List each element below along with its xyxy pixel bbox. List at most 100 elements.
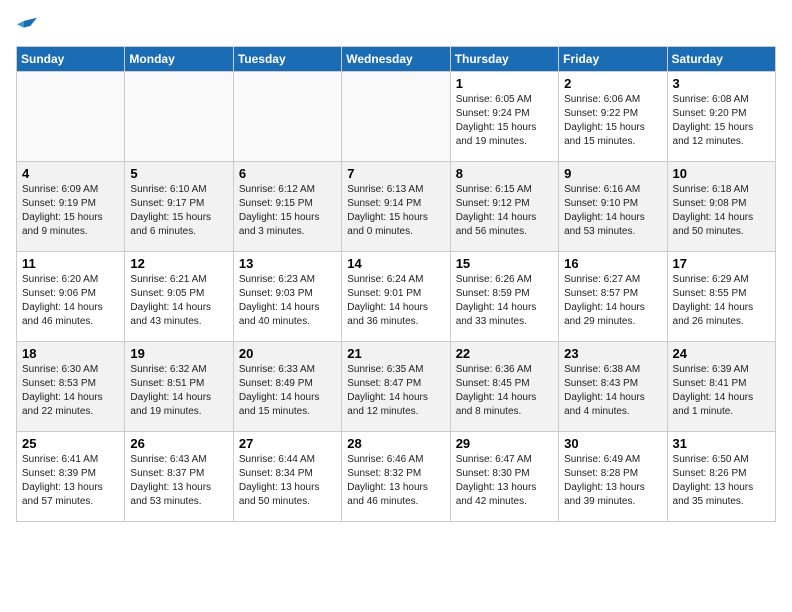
cell-date: 24 bbox=[673, 346, 770, 361]
cell-info: Sunrise: 6:30 AMSunset: 8:53 PMDaylight:… bbox=[22, 363, 119, 419]
cell-date: 5 bbox=[130, 166, 227, 181]
cell-date: 27 bbox=[239, 436, 336, 451]
calendar-cell: 17 Sunrise: 6:29 AMSunset: 8:55 PMDayligh… bbox=[667, 252, 775, 342]
cell-date: 23 bbox=[564, 346, 661, 361]
calendar-cell: 29Sunrise: 6:47 AMSunset: 8:30 PMDayligh… bbox=[450, 432, 558, 522]
cell-info: Sunrise: 6:06 AMSunset: 9:22 PMDaylight:… bbox=[564, 93, 661, 149]
cell-date: 25 bbox=[22, 436, 119, 451]
cell-date: 13 bbox=[239, 256, 336, 271]
calendar-cell: 30Sunrise: 6:49 AMSunset: 8:28 PMDayligh… bbox=[559, 432, 667, 522]
calendar-cell: 12 Sunrise: 6:21 AMSunset: 9:05 PMDayligh… bbox=[125, 252, 233, 342]
cell-info: Sunrise: 6:08 AMSunset: 9:20 PMDaylight:… bbox=[673, 93, 770, 149]
cell-date: 7 bbox=[347, 166, 444, 181]
page-header bbox=[16, 16, 776, 36]
cell-date: 9 bbox=[564, 166, 661, 181]
cell-info: Sunrise: 6:38 AMSunset: 8:43 PMDaylight:… bbox=[564, 363, 661, 419]
cell-info: Sunrise: 6:12 AMSunset: 9:15 PMDaylight:… bbox=[239, 183, 336, 239]
cell-info: Sunrise: 6:36 AMSunset: 8:45 PMDaylight:… bbox=[456, 363, 553, 419]
calendar-cell: 9 Sunrise: 6:16 AMSunset: 9:10 PMDaylight… bbox=[559, 162, 667, 252]
cell-info: Sunrise: 6:18 AMSunset: 9:08 PMDaylight:… bbox=[673, 183, 770, 239]
day-header-wednesday: Wednesday bbox=[342, 47, 450, 72]
cell-info: Sunrise: 6:26 AMSunset: 8:59 PMDaylight:… bbox=[456, 273, 553, 329]
calendar-cell: 3 Sunrise: 6:08 AMSunset: 9:20 PMDaylight… bbox=[667, 72, 775, 162]
calendar-cell: 24 Sunrise: 6:39 AMSunset: 8:41 PMDayligh… bbox=[667, 342, 775, 432]
calendar-cell: 10 Sunrise: 6:18 AMSunset: 9:08 PMDayligh… bbox=[667, 162, 775, 252]
cell-date: 14 bbox=[347, 256, 444, 271]
cell-info: Sunrise: 6:10 AMSunset: 9:17 PMDaylight:… bbox=[130, 183, 227, 239]
day-header-saturday: Saturday bbox=[667, 47, 775, 72]
cell-date: 11 bbox=[22, 256, 119, 271]
calendar-cell: 2 Sunrise: 6:06 AMSunset: 9:22 PMDaylight… bbox=[559, 72, 667, 162]
cell-date: 3 bbox=[673, 76, 770, 91]
cell-info: Sunrise: 6:29 AMSunset: 8:55 PMDaylight:… bbox=[673, 273, 770, 329]
cell-info: Sunrise: 6:05 AMSunset: 9:24 PMDaylight:… bbox=[456, 93, 553, 149]
cell-info: Sunrise: 6:24 AMSunset: 9:01 PMDaylight:… bbox=[347, 273, 444, 329]
day-header-tuesday: Tuesday bbox=[233, 47, 341, 72]
calendar-cell bbox=[125, 72, 233, 162]
cell-date: 4 bbox=[22, 166, 119, 181]
calendar-cell: 8Sunrise: 6:15 AMSunset: 9:12 PMDaylight… bbox=[450, 162, 558, 252]
calendar-cell: 22 Sunrise: 6:36 AMSunset: 8:45 PMDayligh… bbox=[450, 342, 558, 432]
logo bbox=[16, 16, 38, 36]
calendar-cell: 5 Sunrise: 6:10 AMSunset: 9:17 PMDaylight… bbox=[125, 162, 233, 252]
day-header-monday: Monday bbox=[125, 47, 233, 72]
cell-date: 31 bbox=[673, 436, 770, 451]
cell-date: 21 bbox=[347, 346, 444, 361]
calendar-cell: 13 Sunrise: 6:23 AMSunset: 9:03 PMDayligh… bbox=[233, 252, 341, 342]
calendar-cell: 7 Sunrise: 6:13 AMSunset: 9:14 PMDaylight… bbox=[342, 162, 450, 252]
day-header-friday: Friday bbox=[559, 47, 667, 72]
calendar-cell: 4 Sunrise: 6:09 AMSunset: 9:19 PMDaylight… bbox=[17, 162, 125, 252]
cell-info: Sunrise: 6:46 AMSunset: 8:32 PMDaylight:… bbox=[347, 453, 444, 509]
calendar-cell bbox=[342, 72, 450, 162]
calendar-cell: 11 Sunrise: 6:20 AMSunset: 9:06 PMDayligh… bbox=[17, 252, 125, 342]
logo-bird-icon bbox=[17, 16, 37, 36]
calendar-cell: 21 Sunrise: 6:35 AMSunset: 8:47 PMDayligh… bbox=[342, 342, 450, 432]
calendar-cell: 31 Sunrise: 6:50 AMSunset: 8:26 PMDayligh… bbox=[667, 432, 775, 522]
cell-info: Sunrise: 6:49 AMSunset: 8:28 PMDaylight:… bbox=[564, 453, 661, 509]
cell-info: Sunrise: 6:50 AMSunset: 8:26 PMDaylight:… bbox=[673, 453, 770, 509]
cell-date: 8 bbox=[456, 166, 553, 181]
calendar-cell bbox=[17, 72, 125, 162]
cell-info: Sunrise: 6:23 AMSunset: 9:03 PMDaylight:… bbox=[239, 273, 336, 329]
cell-info: Sunrise: 6:43 AMSunset: 8:37 PMDaylight:… bbox=[130, 453, 227, 509]
calendar-cell: 16Sunrise: 6:27 AMSunset: 8:57 PMDayligh… bbox=[559, 252, 667, 342]
cell-date: 12 bbox=[130, 256, 227, 271]
cell-info: Sunrise: 6:35 AMSunset: 8:47 PMDaylight:… bbox=[347, 363, 444, 419]
cell-date: 19 bbox=[130, 346, 227, 361]
cell-date: 1 bbox=[456, 76, 553, 91]
cell-info: Sunrise: 6:41 AMSunset: 8:39 PMDaylight:… bbox=[22, 453, 119, 509]
cell-date: 28 bbox=[347, 436, 444, 451]
cell-date: 20 bbox=[239, 346, 336, 361]
calendar-cell: 6 Sunrise: 6:12 AMSunset: 9:15 PMDaylight… bbox=[233, 162, 341, 252]
calendar-cell: 15 Sunrise: 6:26 AMSunset: 8:59 PMDayligh… bbox=[450, 252, 558, 342]
cell-info: Sunrise: 6:20 AMSunset: 9:06 PMDaylight:… bbox=[22, 273, 119, 329]
cell-info: Sunrise: 6:44 AMSunset: 8:34 PMDaylight:… bbox=[239, 453, 336, 509]
cell-date: 18 bbox=[22, 346, 119, 361]
cell-info: Sunrise: 6:16 AMSunset: 9:10 PMDaylight:… bbox=[564, 183, 661, 239]
calendar-cell: 25 Sunrise: 6:41 AMSunset: 8:39 PMDayligh… bbox=[17, 432, 125, 522]
cell-date: 22 bbox=[456, 346, 553, 361]
calendar-cell bbox=[233, 72, 341, 162]
cell-date: 2 bbox=[564, 76, 661, 91]
cell-date: 6 bbox=[239, 166, 336, 181]
cell-info: Sunrise: 6:13 AMSunset: 9:14 PMDaylight:… bbox=[347, 183, 444, 239]
cell-date: 26 bbox=[130, 436, 227, 451]
cell-info: Sunrise: 6:21 AMSunset: 9:05 PMDaylight:… bbox=[130, 273, 227, 329]
cell-date: 10 bbox=[673, 166, 770, 181]
calendar-cell: 23 Sunrise: 6:38 AMSunset: 8:43 PMDayligh… bbox=[559, 342, 667, 432]
cell-info: Sunrise: 6:27 AMSunset: 8:57 PMDaylight:… bbox=[564, 273, 661, 329]
cell-info: Sunrise: 6:09 AMSunset: 9:19 PMDaylight:… bbox=[22, 183, 119, 239]
calendar-cell: 18 Sunrise: 6:30 AMSunset: 8:53 PMDayligh… bbox=[17, 342, 125, 432]
cell-info: Sunrise: 6:32 AMSunset: 8:51 PMDaylight:… bbox=[130, 363, 227, 419]
cell-date: 15 bbox=[456, 256, 553, 271]
cell-info: Sunrise: 6:33 AMSunset: 8:49 PMDaylight:… bbox=[239, 363, 336, 419]
calendar-cell: 19 Sunrise: 6:32 AMSunset: 8:51 PMDayligh… bbox=[125, 342, 233, 432]
cell-info: Sunrise: 6:39 AMSunset: 8:41 PMDaylight:… bbox=[673, 363, 770, 419]
calendar-cell: 27 Sunrise: 6:44 AMSunset: 8:34 PMDayligh… bbox=[233, 432, 341, 522]
calendar-cell: 28 Sunrise: 6:46 AMSunset: 8:32 PMDayligh… bbox=[342, 432, 450, 522]
calendar-table: SundayMondayTuesdayWednesdayThursdayFrid… bbox=[16, 46, 776, 522]
calendar-cell: 14 Sunrise: 6:24 AMSunset: 9:01 PMDayligh… bbox=[342, 252, 450, 342]
cell-date: 29 bbox=[456, 436, 553, 451]
cell-date: 17 bbox=[673, 256, 770, 271]
day-header-thursday: Thursday bbox=[450, 47, 558, 72]
